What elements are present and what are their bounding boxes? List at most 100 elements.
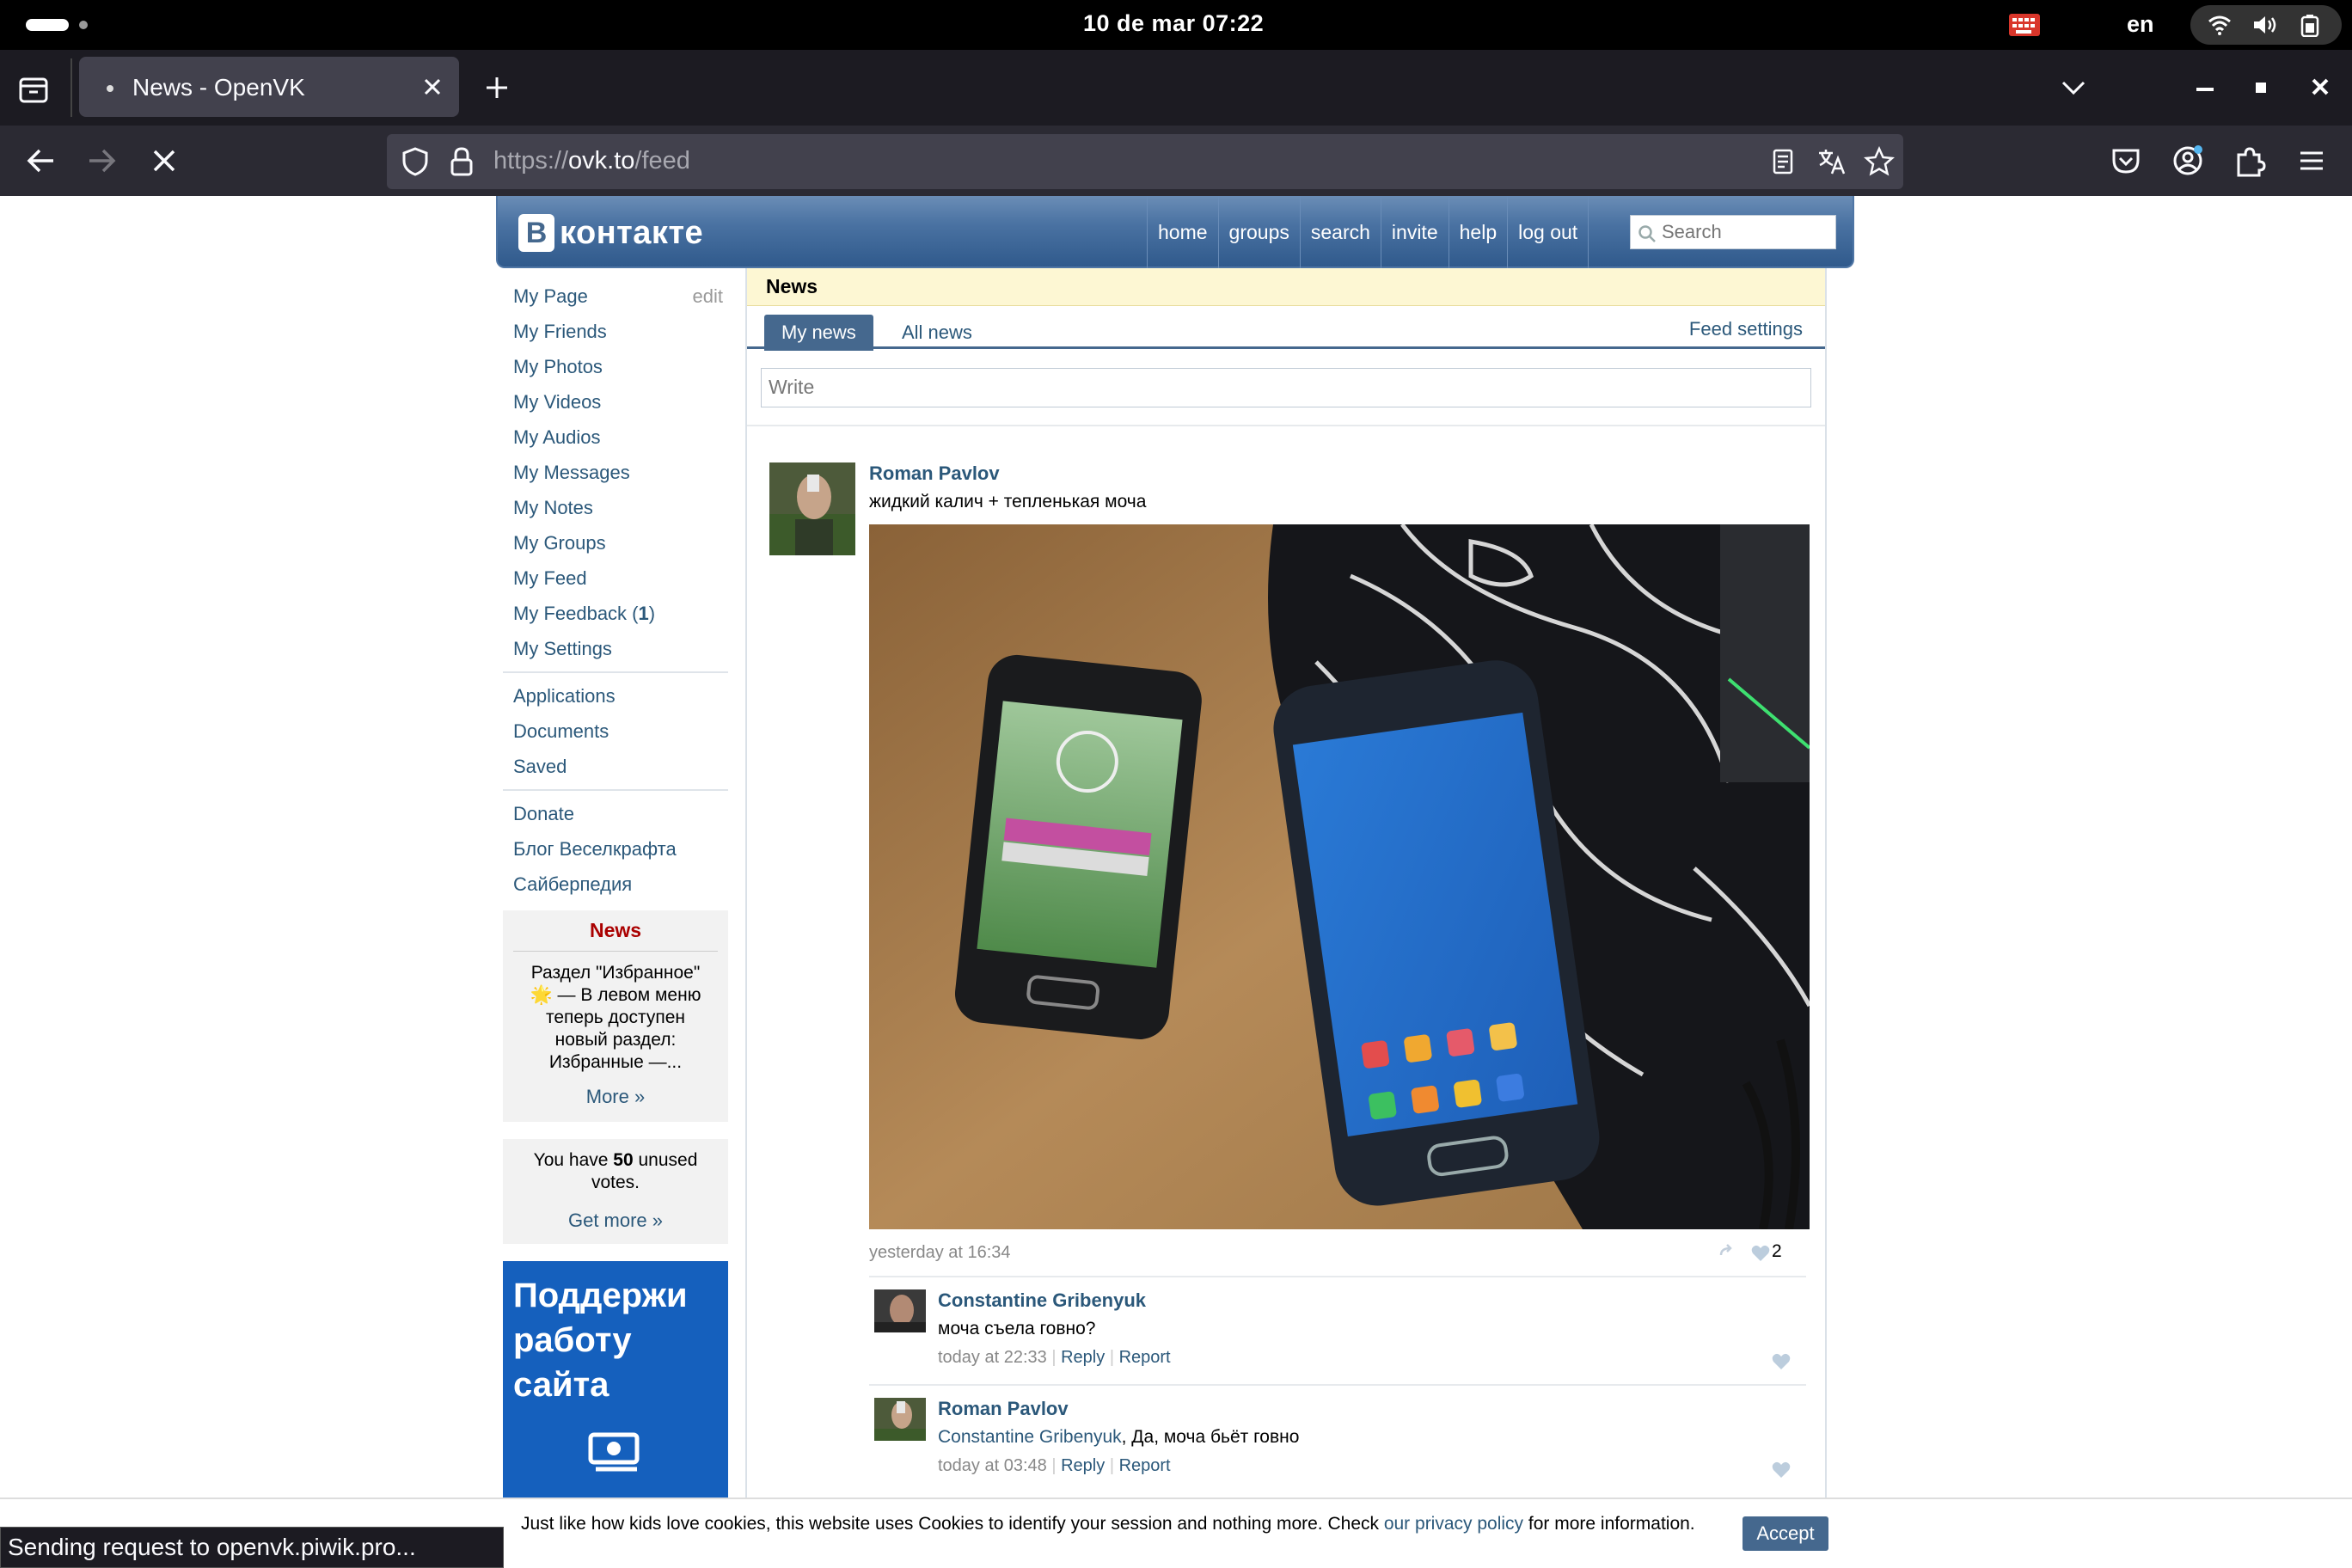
news-more-link[interactable]: More » [513, 1086, 718, 1113]
sidebar-item-videos[interactable]: My Videos [503, 384, 728, 420]
support-banner[interactable]: Поддержи работу сайта [503, 1261, 728, 1519]
close-tab-icon[interactable] [421, 76, 444, 98]
comment-time[interactable]: today at 03:48 [938, 1456, 1047, 1475]
hamburger-menu-icon[interactable] [2294, 143, 2330, 179]
sidebar-item-notes[interactable]: My Notes [503, 490, 728, 525]
system-menu[interactable] [2190, 5, 2342, 45]
minimize-window-button[interactable] [2196, 88, 2214, 91]
write-post-input[interactable]: Write [761, 368, 1811, 407]
url-text[interactable]: https://ovk.to/feed [493, 147, 690, 175]
address-bar[interactable]: https://ovk.to/feed [387, 134, 1903, 189]
mention-link[interactable]: Constantine Gribenyuk [938, 1427, 1122, 1447]
close-window-icon[interactable] [2309, 76, 2331, 98]
reader-view-icon[interactable] [1767, 146, 1798, 177]
heart-icon[interactable] [1772, 1353, 1791, 1370]
accept-cookies-button[interactable]: Accept [1743, 1516, 1828, 1551]
shield-icon[interactable] [401, 146, 430, 177]
keyboard-icon[interactable] [2007, 10, 2049, 40]
sidebar-item-blog[interactable]: Блог Веселкрафта [503, 831, 728, 867]
heart-icon[interactable] [1751, 1245, 1770, 1262]
sidebar-item-audios[interactable]: My Audios [503, 420, 728, 455]
account-icon[interactable] [2170, 143, 2206, 179]
votes-count: 50 [613, 1150, 634, 1170]
feed-settings-link[interactable]: Feed settings [1689, 311, 1803, 347]
nav-search[interactable]: search [1299, 196, 1381, 268]
stop-loading-icon[interactable] [146, 143, 182, 179]
comment-author[interactable]: Constantine Gribenyuk [938, 1289, 1146, 1312]
nav-logout[interactable]: log out [1507, 196, 1589, 268]
feed-column: News My news All news Feed settings Writ… [745, 268, 1827, 1568]
site-logo[interactable]: В контакте [518, 211, 703, 254]
heart-icon[interactable] [1772, 1461, 1791, 1479]
sidebar-item-donate[interactable]: Donate [503, 796, 728, 831]
sidebar-item-applications[interactable]: Applications [503, 678, 728, 714]
sidebar-item-photos[interactable]: My Photos [503, 349, 728, 384]
tab-my-news[interactable]: My news [764, 315, 873, 351]
feedback-count: 1 [638, 603, 649, 624]
commenter-avatar[interactable] [874, 1398, 926, 1441]
post-timestamp[interactable]: yesterday at 16:34 [869, 1243, 1011, 1263]
nav-home[interactable]: home [1147, 196, 1218, 268]
top-nav: home groups search invite help log out [1147, 196, 1589, 268]
sidebar-item-feed[interactable]: My Feed [503, 560, 728, 596]
nav-help[interactable]: help [1448, 196, 1507, 268]
nav-groups[interactable]: groups [1217, 196, 1300, 268]
reply-link[interactable]: Reply [1061, 1456, 1105, 1475]
edit-link[interactable]: edit [693, 279, 723, 314]
os-clock[interactable]: 10 de mar 07:22 [1083, 10, 1264, 37]
pocket-icon[interactable] [2108, 143, 2144, 179]
language-indicator[interactable]: en [2127, 11, 2154, 38]
privacy-policy-link[interactable]: our privacy policy [1384, 1514, 1523, 1534]
comment-meta: today at 22:33 | Reply | Report [938, 1348, 1171, 1368]
reply-link[interactable]: Reply [1061, 1348, 1105, 1367]
sidebar-item-messages[interactable]: My Messages [503, 455, 728, 490]
meta-sep: | [1051, 1456, 1062, 1475]
repost-icon[interactable] [1718, 1243, 1736, 1260]
meta-sep: | [1051, 1348, 1062, 1367]
volume-icon [2254, 16, 2276, 34]
meta-sep: | [1109, 1456, 1119, 1475]
chevron-down-icon[interactable] [2060, 76, 2087, 100]
new-tab-icon[interactable] [481, 72, 512, 103]
report-link[interactable]: Report [1119, 1348, 1171, 1367]
post-text: жидкий калич + тепленькая моча [869, 492, 1147, 511]
tab-all-news[interactable]: All news [902, 315, 972, 351]
sidebar-item-friends[interactable]: My Friends [503, 314, 728, 349]
battery-icon [2300, 15, 2319, 37]
sidebar-item-groups[interactable]: My Groups [503, 525, 728, 560]
report-link[interactable]: Report [1119, 1456, 1171, 1475]
site-search-box[interactable] [1630, 215, 1836, 249]
get-more-votes-link[interactable]: Get more » [511, 1210, 720, 1235]
comment: Roman Pavlov Constantine Gribenyuk, Да, … [869, 1384, 1806, 1491]
news-widget-title: News [513, 919, 718, 952]
url-host: ovk.to [568, 147, 635, 175]
nav-invite[interactable]: invite [1380, 196, 1449, 268]
post-author[interactable]: Roman Pavlov [869, 462, 1000, 485]
comment-author[interactable]: Roman Pavlov [938, 1398, 1069, 1420]
maximize-window-button[interactable] [2256, 83, 2266, 93]
news-widget: News Раздел "Избранное" 🌟 — В левом меню… [503, 910, 728, 1122]
site-search-input[interactable] [1662, 220, 1830, 244]
activities-indicator[interactable] [26, 19, 69, 31]
votes-widget: You have 50 unused votes. Get more » [503, 1139, 728, 1244]
author-avatar[interactable] [769, 462, 855, 555]
back-arrow-icon[interactable] [22, 143, 58, 179]
translate-icon[interactable] [1816, 146, 1847, 177]
comment-body: , Да, моча бьёт говно [1121, 1427, 1300, 1447]
sidebar-item-saved[interactable]: Saved [503, 749, 728, 784]
comment-time[interactable]: today at 22:33 [938, 1348, 1047, 1367]
sidebar-item-cyberpedia[interactable]: Сайберпедия [503, 867, 728, 902]
bookmark-star-icon[interactable] [1864, 146, 1895, 177]
sidebar-item-my-page[interactable]: My Page edit [503, 279, 728, 314]
extensions-icon[interactable] [2232, 143, 2268, 179]
forward-arrow-icon[interactable] [84, 143, 120, 179]
post-photo[interactable] [869, 524, 1810, 1229]
active-tab[interactable]: News - OpenVK [79, 57, 459, 117]
tab-overview-icon[interactable] [15, 74, 52, 105]
commenter-avatar[interactable] [874, 1289, 926, 1332]
sidebar-item-feedback[interactable]: My Feedback (1) [503, 596, 728, 631]
sidebar-item-settings[interactable]: My Settings [503, 631, 728, 666]
lock-icon[interactable] [449, 146, 475, 177]
cookie-text-post: for more information. [1523, 1514, 1695, 1534]
sidebar-item-documents[interactable]: Documents [503, 714, 728, 749]
